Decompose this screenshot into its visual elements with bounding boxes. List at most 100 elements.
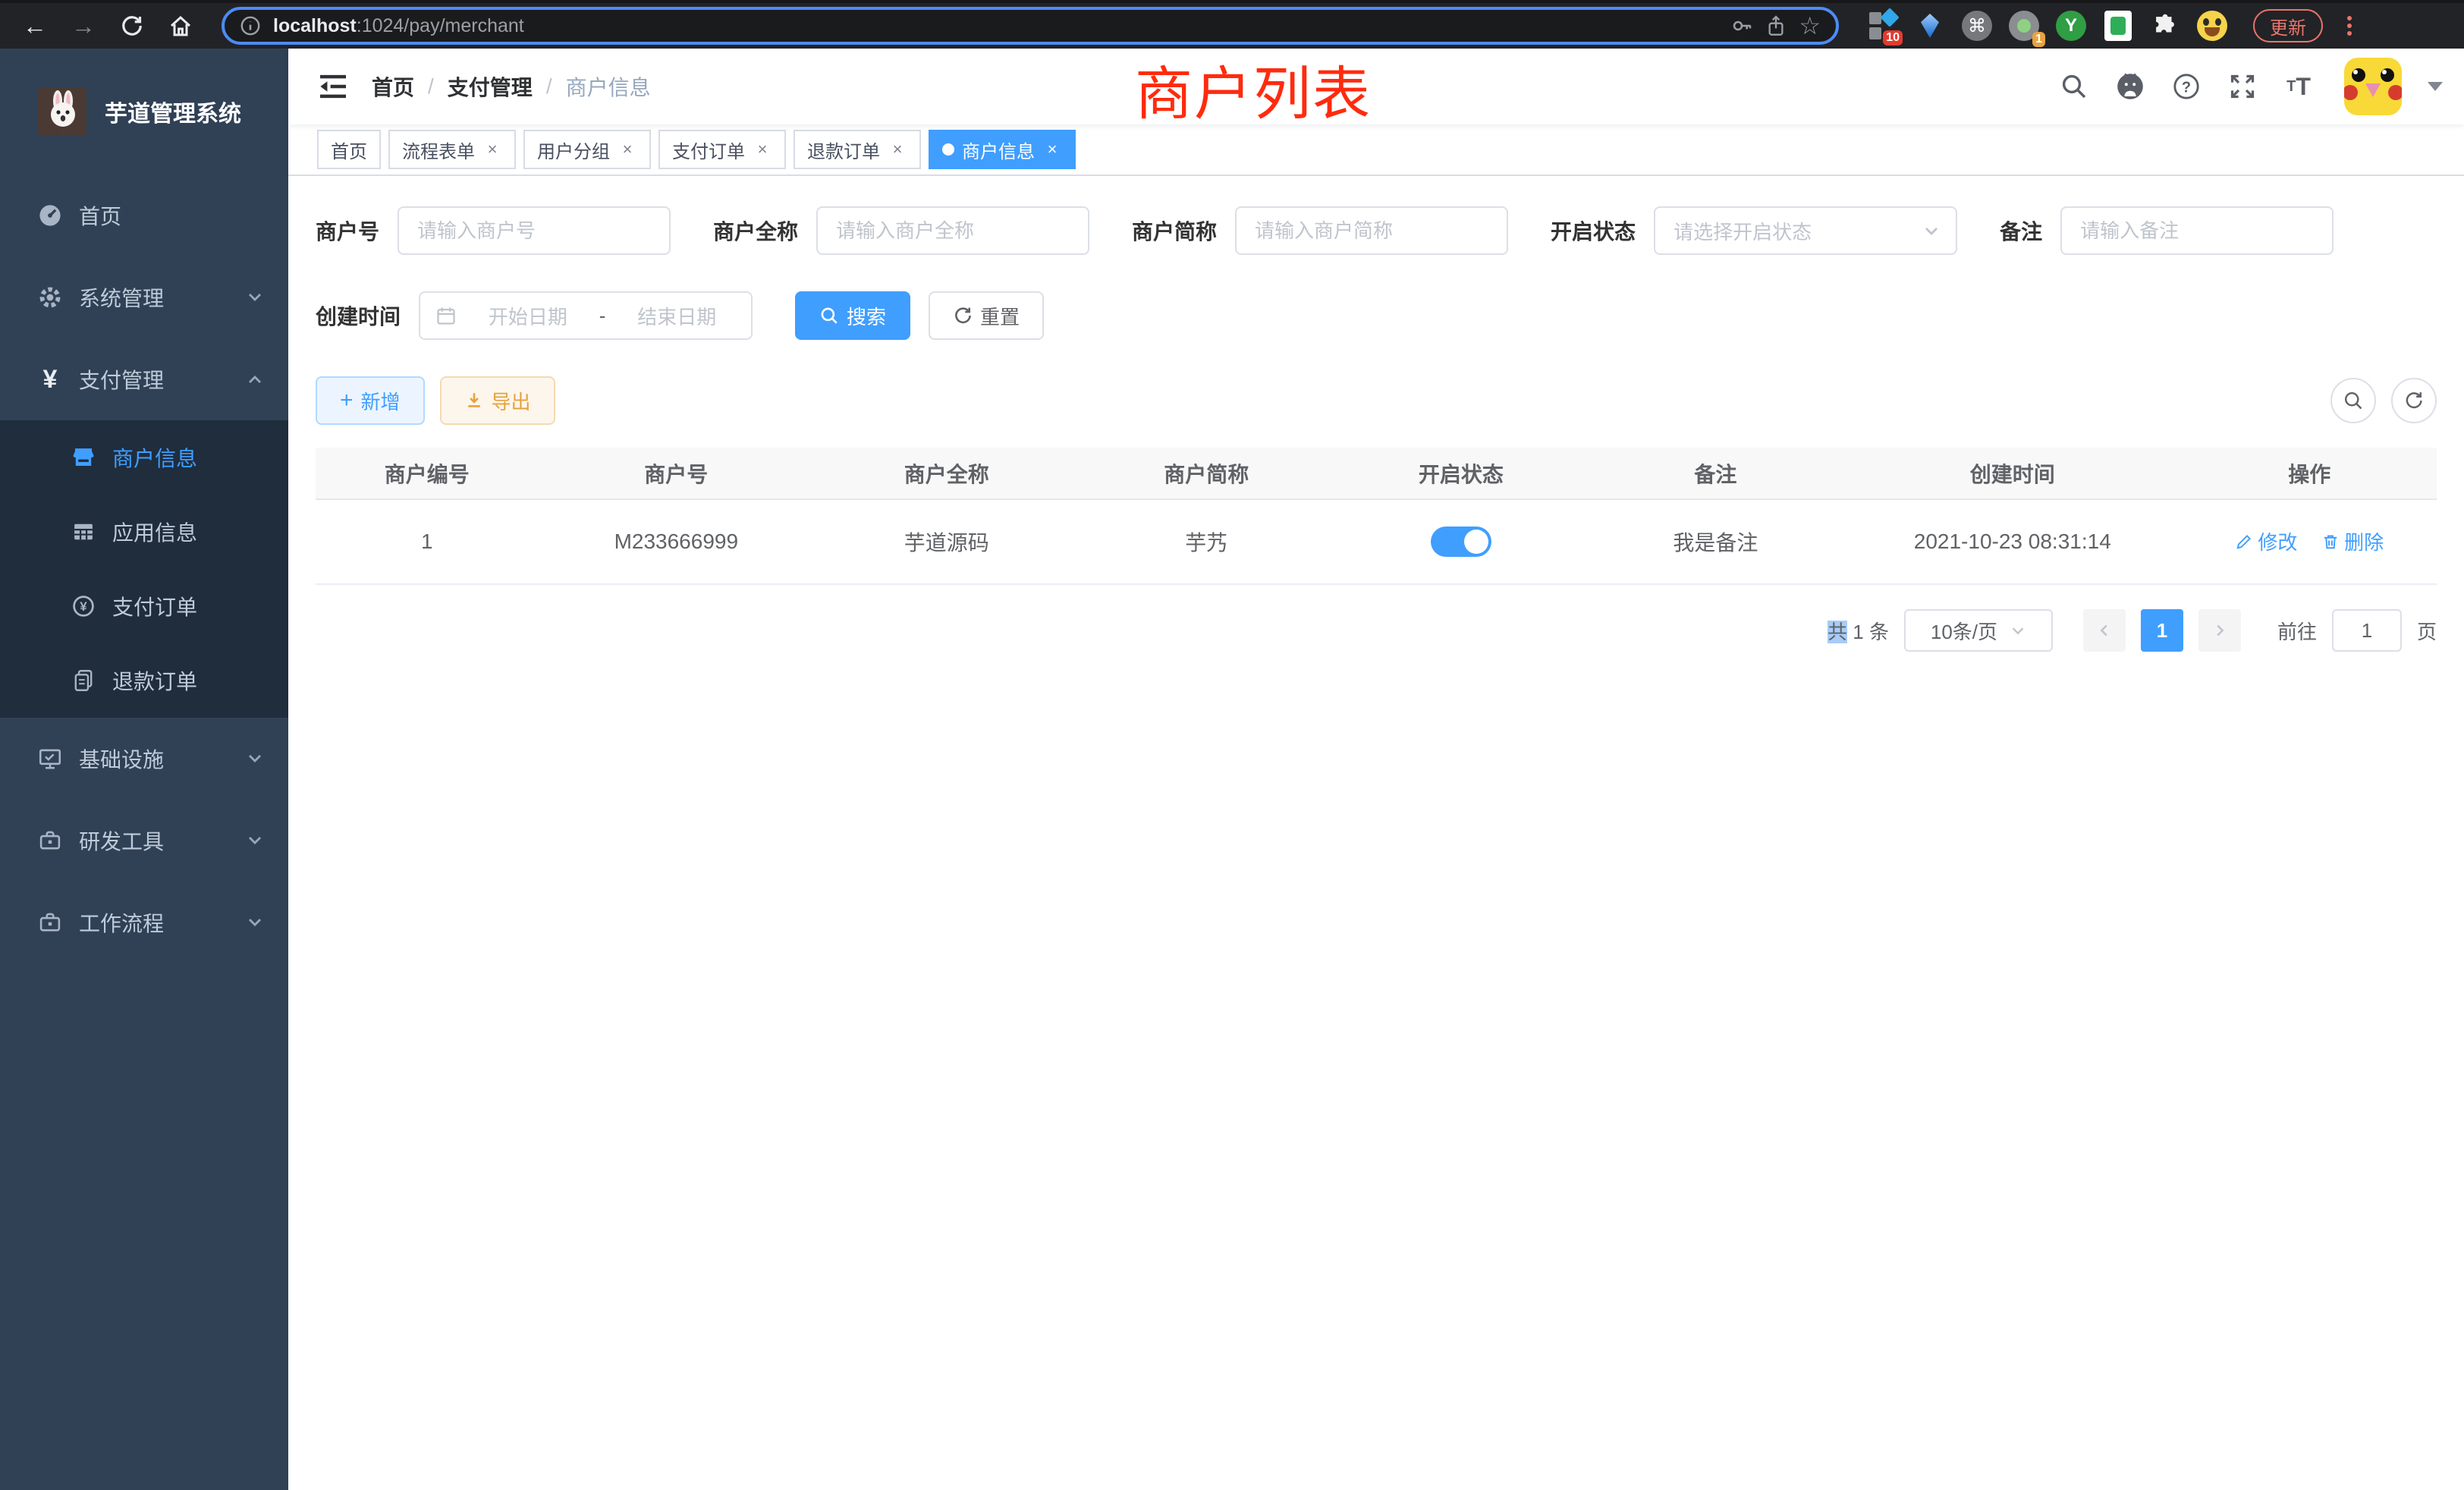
tab-refund-order[interactable]: 退款订单× bbox=[794, 130, 921, 169]
extension-green-y-icon[interactable]: Y bbox=[2054, 9, 2088, 42]
user-avatar[interactable] bbox=[2344, 58, 2402, 115]
goto-page-input[interactable] bbox=[2332, 609, 2402, 652]
browser-reload-icon[interactable] bbox=[112, 6, 152, 46]
browser-menu-icon[interactable] bbox=[2344, 13, 2355, 39]
font-size-icon[interactable]: TT bbox=[2282, 70, 2315, 103]
sidebar-collapse-icon[interactable] bbox=[310, 68, 357, 105]
short-name-input[interactable] bbox=[1235, 206, 1508, 255]
export-button[interactable]: 导出 bbox=[440, 376, 555, 425]
browser-back-icon[interactable]: ← bbox=[15, 6, 55, 46]
remark-input[interactable] bbox=[2060, 206, 2334, 255]
tab-process-form[interactable]: 流程表单 × bbox=[388, 130, 516, 169]
refresh-icon bbox=[953, 306, 973, 325]
cell-full-name: 芋道源码 bbox=[814, 499, 1080, 584]
tab-home[interactable]: 首页 bbox=[317, 130, 381, 169]
fullscreen-icon[interactable] bbox=[2226, 70, 2259, 103]
chrome-update-button[interactable]: 更新 bbox=[2253, 9, 2323, 42]
tab-user-group[interactable]: 用户分组 × bbox=[523, 130, 651, 169]
github-icon[interactable] bbox=[2114, 70, 2147, 103]
table-row: 1 M233666999 芋道源码 芋艿 我是备注 2021-10-23 08:… bbox=[316, 499, 2437, 584]
prev-page-button[interactable] bbox=[2083, 609, 2126, 652]
breadcrumb-payment[interactable]: 支付管理 bbox=[448, 71, 533, 102]
sidebar-item-workflow[interactable]: 工作流程 bbox=[0, 882, 288, 963]
tab-merchant-info[interactable]: 商户信息× bbox=[929, 130, 1076, 169]
sidebar-item-system[interactable]: 系统管理 bbox=[0, 256, 288, 338]
site-info-icon[interactable] bbox=[240, 15, 261, 36]
sidebar-item-merchant-info[interactable]: 商户信息 bbox=[0, 420, 288, 495]
extension-command-icon[interactable]: ⌘ bbox=[1960, 9, 1994, 42]
table-header-row: 商户编号 商户号 商户全称 商户简称 开启状态 备注 创建时间 操作 bbox=[316, 448, 2437, 499]
browser-home-icon[interactable] bbox=[161, 6, 200, 46]
breadcrumb-home[interactable]: 首页 bbox=[372, 71, 414, 102]
sidebar-item-pay-order[interactable]: ¥ 支付订单 bbox=[0, 569, 288, 643]
sidebar-item-infrastructure[interactable]: 基础设施 bbox=[0, 718, 288, 800]
search-button[interactable]: 搜索 bbox=[795, 291, 910, 340]
profile-emoji-icon[interactable] bbox=[2195, 9, 2229, 42]
add-button[interactable]: + 新增 bbox=[316, 376, 425, 425]
sidebar-item-label: 支付管理 bbox=[79, 364, 246, 395]
cell-merchant-no: M233666999 bbox=[539, 499, 814, 584]
total-highlight: 共 bbox=[1828, 621, 1847, 643]
filter-label-merchant-no: 商户号 bbox=[316, 215, 398, 246]
tab-label: 用户分组 bbox=[537, 137, 610, 163]
extension-notes-icon[interactable] bbox=[2101, 9, 2135, 42]
page-content: 商户号 商户全称 商户简称 开启状态 请选择开启状态 bbox=[288, 176, 2464, 1490]
full-name-input[interactable] bbox=[816, 206, 1089, 255]
page-number-1[interactable]: 1 bbox=[2141, 609, 2183, 652]
cell-remark: 我是备注 bbox=[1589, 499, 1843, 584]
search-button-label: 搜索 bbox=[847, 302, 886, 330]
filter-row-2: 创建时间 开始日期 - 结束日期 搜索 重置 bbox=[316, 291, 2437, 340]
extension-loop-icon[interactable]: 1 bbox=[2007, 9, 2041, 42]
close-icon[interactable]: × bbox=[1042, 140, 1062, 159]
password-key-icon[interactable] bbox=[1730, 14, 1753, 37]
next-page-button[interactable] bbox=[2198, 609, 2241, 652]
cell-operation: 修改 删除 bbox=[2182, 499, 2437, 584]
cell-merchant-id: 1 bbox=[316, 499, 539, 584]
tab-label: 流程表单 bbox=[402, 137, 475, 163]
bookmark-star-icon[interactable]: ☆ bbox=[1799, 11, 1821, 40]
cell-short-name: 芋艿 bbox=[1080, 499, 1334, 584]
sidebar-item-home[interactable]: 首页 bbox=[0, 174, 288, 256]
status-select[interactable]: 请选择开启状态 bbox=[1654, 206, 1957, 255]
sidebar-logo-row[interactable]: 芋道管理系统 bbox=[0, 49, 288, 174]
reset-button[interactable]: 重置 bbox=[929, 291, 1044, 340]
close-icon[interactable]: × bbox=[888, 140, 907, 159]
url-text[interactable]: localhost:1024/pay/merchant bbox=[273, 15, 1718, 37]
tab-pay-order[interactable]: 支付订单× bbox=[658, 130, 786, 169]
chevron-down-icon bbox=[2010, 622, 2026, 639]
filter-label-short-name: 商户简称 bbox=[1132, 215, 1235, 246]
extension-eagle-icon[interactable]: 10 bbox=[1866, 9, 1900, 42]
avatar-caret-icon[interactable] bbox=[2428, 82, 2443, 91]
sidebar-item-app-info[interactable]: 应用信息 bbox=[0, 495, 288, 569]
browser-forward-icon[interactable]: → bbox=[64, 6, 103, 46]
sidebar-item-label: 系统管理 bbox=[79, 282, 246, 313]
reset-button-label: 重置 bbox=[980, 302, 1020, 330]
plus-icon: + bbox=[340, 389, 354, 412]
address-bar[interactable]: localhost:1024/pay/merchant ☆ bbox=[222, 7, 1839, 45]
close-icon[interactable]: × bbox=[482, 140, 502, 159]
calendar-icon bbox=[435, 305, 457, 326]
col-full-name: 商户全称 bbox=[814, 448, 1080, 499]
refresh-table-button[interactable] bbox=[2391, 378, 2437, 423]
share-icon[interactable] bbox=[1765, 14, 1787, 37]
close-icon[interactable]: × bbox=[618, 140, 637, 159]
col-short-name: 商户简称 bbox=[1080, 448, 1334, 499]
refresh-icon bbox=[2403, 390, 2425, 411]
help-icon[interactable]: ? bbox=[2170, 70, 2203, 103]
extension-gem-icon[interactable] bbox=[1913, 9, 1947, 42]
sidebar-item-label: 商户信息 bbox=[112, 442, 264, 473]
page-size-select[interactable]: 10条/页 bbox=[1904, 609, 2053, 652]
date-range-picker[interactable]: 开始日期 - 结束日期 bbox=[419, 291, 753, 340]
merchant-no-input[interactable] bbox=[398, 206, 671, 255]
sidebar-item-payment[interactable]: ¥ 支付管理 bbox=[0, 338, 288, 420]
sidebar-item-dev-tools[interactable]: 研发工具 bbox=[0, 800, 288, 882]
sidebar-item-refund-order[interactable]: 退款订单 bbox=[0, 643, 288, 718]
status-toggle[interactable] bbox=[1431, 527, 1491, 557]
header-search-icon[interactable] bbox=[2057, 70, 2091, 103]
hide-search-button[interactable] bbox=[2330, 378, 2376, 423]
delete-link[interactable]: 删除 bbox=[2321, 527, 2384, 555]
chevron-down-icon bbox=[246, 288, 264, 306]
edit-link[interactable]: 修改 bbox=[2235, 527, 2297, 555]
extensions-puzzle-icon[interactable] bbox=[2148, 9, 2182, 42]
close-icon[interactable]: × bbox=[753, 140, 772, 159]
